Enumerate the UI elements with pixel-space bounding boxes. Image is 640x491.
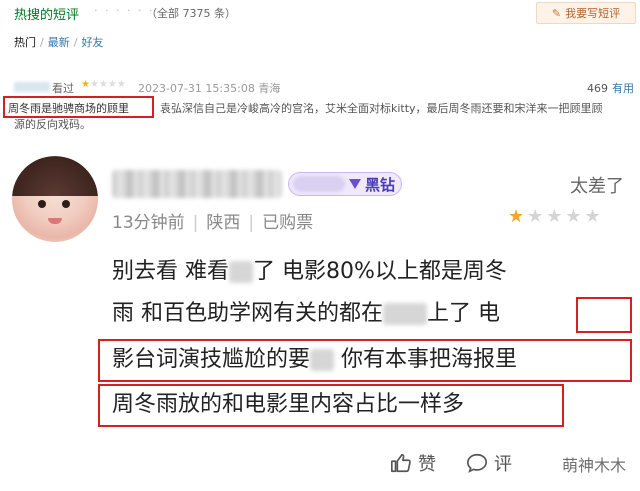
useful-vote[interactable]: 469 有用 (587, 80, 634, 96)
tab-friends[interactable]: 好友 (81, 36, 103, 49)
review-text: 袁弘深信自己是冷峻高冷的宫洺，艾米全面对标kitty，最后周冬雨还要和宋洋来一把… (160, 102, 603, 115)
tab-hot[interactable]: 热门 (14, 36, 36, 49)
like-button[interactable]: 赞 (390, 450, 436, 476)
purchase-status: 已购票 (262, 213, 314, 233)
member-badge: 黑钻 (288, 172, 403, 196)
avatar-hair (12, 156, 98, 196)
redacted-text (383, 303, 427, 325)
meta-divider: | (248, 213, 255, 233)
star-icon: ★★★★ (89, 79, 126, 90)
comment-text: 电 (478, 301, 501, 326)
review-text-line2: 源的反向戏码。 (14, 118, 91, 131)
meta-divider: | (192, 213, 199, 233)
thumbs-up-icon (391, 453, 411, 473)
location: 陕西 (206, 213, 241, 233)
rating-stars: ★★★★★ (508, 206, 604, 227)
highlight-box (576, 297, 632, 333)
write-review-button[interactable]: ✎ 我要写短评 (536, 2, 636, 24)
rating-stars: ★★★★★ (81, 79, 126, 90)
comment-bubble-icon (467, 453, 487, 473)
write-review-label: 我要写短评 (565, 7, 621, 20)
review-highlight-text: 周冬雨是驰骋商场的顾里 (8, 102, 129, 115)
comment-text: 上了 (427, 301, 478, 326)
app-comment-card: 黑钻 太差了 13分钟前 | 陕西 | 已购票 ★★★★★ 别去看 难看了 电影80%以… (0, 148, 640, 491)
comment-actions: 赞 评 (390, 450, 542, 476)
avatar-eye (62, 200, 70, 208)
star-icon: ★ (508, 206, 528, 227)
star-icon: ★ (81, 79, 90, 90)
comment-text: 了 电影80%以上都是周冬 (253, 259, 507, 284)
review-datetime: 2023-07-31 15:35:08 青海 (138, 82, 281, 95)
useful-label[interactable]: 有用 (612, 82, 634, 95)
watermark: 萌神木木 (561, 456, 626, 475)
redacted-badge-text (293, 176, 345, 192)
avatar-eye (38, 200, 46, 208)
avatar-mouth (48, 218, 62, 224)
redacted-username[interactable] (14, 82, 50, 92)
tab-latest[interactable]: 最新 (48, 36, 70, 49)
redacted-username[interactable] (112, 170, 282, 198)
review-count[interactable]: （全部 7375 条） (146, 5, 236, 21)
review-meta-row: 看过 ★★★★★ 2023-07-31 15:35:08 青海 469 有用 (14, 79, 636, 96)
badge-label: 黑钻 (365, 175, 396, 194)
redacted-text (229, 261, 253, 283)
pencil-icon: ✎ (551, 6, 562, 20)
comment-text: 雨 和百色助学网有关的都在 (112, 301, 383, 326)
reply-label: 评 (494, 454, 512, 475)
reply-button[interactable]: 评 (466, 450, 512, 476)
filter-separator: / (40, 36, 44, 49)
highlight-box (98, 339, 632, 382)
comment-line: 别去看 难看了 电影80%以上都是周冬 (112, 253, 507, 285)
like-label: 赞 (418, 454, 436, 475)
comment-line: 雨 和百色助学网有关的都在 上了 电 (112, 295, 500, 327)
filter-separator: / (73, 36, 78, 49)
useful-count: 469 (587, 82, 608, 95)
highlight-box (98, 384, 564, 427)
time-ago: 13分钟前 (112, 213, 185, 233)
rating-verdict: 太差了 (570, 176, 624, 197)
diamond-icon (349, 179, 361, 189)
comment-meta: 13分钟前 | 陕西 | 已购票 (112, 208, 313, 233)
comment-text: 别去看 难看 (112, 259, 229, 284)
filter-tabs: 热门 / 最新 / 好友 (14, 34, 103, 50)
avatar[interactable] (12, 156, 98, 242)
watch-status: 看过 (52, 82, 74, 95)
section-title: 热搜的短评 (14, 8, 80, 23)
douban-short-review-panel: 热搜的短评 · · · · · · （全部 7375 条） ✎ 我要写短评 热门… (0, 0, 640, 148)
star-icon: ★★★★ (527, 206, 604, 227)
